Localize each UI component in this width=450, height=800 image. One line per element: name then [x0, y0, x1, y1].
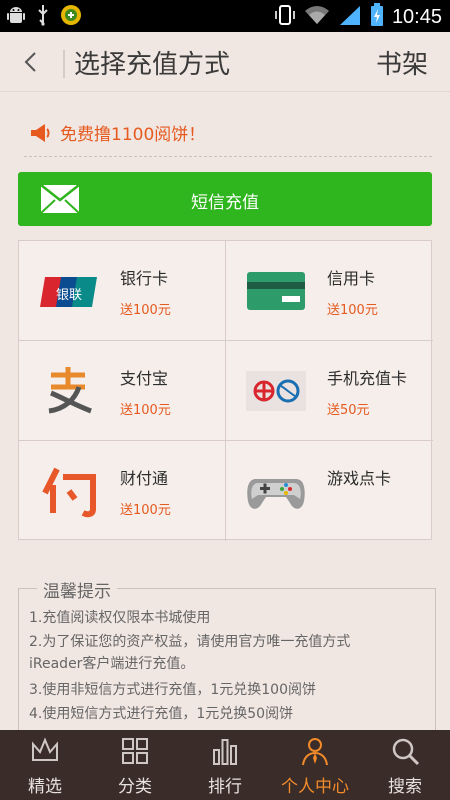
credit-card-icon [247, 272, 305, 310]
wifi-icon [304, 4, 330, 30]
tip-line: 2.为了保证您的资产权益，请使用官方唯一充值方式 [29, 634, 351, 650]
payment-method-credit-card[interactable]: 信用卡 送100元 [226, 241, 433, 341]
svg-text:银联: 银联 [56, 288, 82, 303]
nav-label: 排行 [208, 777, 242, 797]
android-icon [6, 4, 26, 30]
payment-method-bonus: 送100元 [327, 303, 378, 318]
payment-method-name: 游戏点卡 [327, 469, 392, 488]
app-notification-icon [60, 4, 82, 30]
header-divider [63, 50, 65, 78]
status-time: 10:45 [391, 5, 442, 28]
tip-line: 1.充值阅读权仅限本书城使用 [29, 610, 211, 626]
back-button[interactable] [18, 48, 46, 76]
payment-method-name: 信用卡 [327, 269, 376, 288]
tenpay-icon [42, 467, 96, 518]
tips-box: 温馨提示 1.充值阅读权仅限本书城使用 2.为了保证您的资产权益，请使用官方唯一… [18, 577, 436, 738]
payment-method-game-card[interactable]: 游戏点卡 [226, 441, 433, 541]
gamepad-icon [247, 479, 305, 509]
usb-icon [36, 4, 50, 30]
mobile-recharge-card-icon [246, 371, 306, 411]
payment-method-bonus: 送100元 [120, 403, 171, 418]
payment-method-bonus: 送50元 [327, 403, 370, 418]
nav-item-search[interactable]: 搜索 [360, 730, 450, 800]
bar-chart-icon [213, 739, 237, 765]
promo-banner[interactable]: 免费撸1100阅饼！ [30, 120, 205, 145]
signal-icon [338, 4, 362, 30]
bookshelf-link[interactable]: 书架 [376, 44, 428, 81]
payment-method-name: 银行卡 [120, 269, 169, 288]
sms-recharge-button[interactable]: 短信充值 [18, 172, 432, 226]
payment-method-tenpay[interactable]: 财付通 送100元 [19, 441, 226, 541]
sms-recharge-label: 短信充值 [191, 193, 259, 213]
alipay-icon [48, 367, 92, 414]
payment-method-alipay[interactable]: 支付宝 送100元 [19, 341, 226, 441]
payment-method-name: 手机充值卡 [327, 369, 408, 388]
person-icon [302, 738, 328, 766]
nav-label: 分类 [118, 777, 152, 797]
nav-item-featured[interactable]: 精选 [0, 730, 90, 800]
unionpay-icon: 银联 [40, 277, 97, 307]
bottom-navigation: 精选 分类 排行 个人中心 搜索 [0, 730, 450, 800]
search-icon [392, 738, 420, 766]
header-bar: 选择充值方式 书架 [0, 32, 450, 92]
chevron-left-icon [24, 52, 36, 72]
battery-charging-icon [370, 3, 384, 31]
tips-title: 温馨提示 [37, 577, 117, 602]
nav-label: 精选 [28, 777, 62, 797]
payment-method-name: 支付宝 [120, 369, 169, 388]
nav-label: 个人中心 [281, 777, 349, 797]
nav-label: 搜索 [388, 777, 422, 797]
payment-method-mobile-card[interactable]: 手机充值卡 送50元 [226, 341, 433, 441]
dashed-divider [24, 156, 432, 157]
promo-text: 免费撸1100阅饼！ [60, 125, 206, 145]
payment-methods-grid: 银联 银行卡 送100元 信用卡 送100元 支付宝 送100元 手机充值卡 送… [18, 240, 433, 541]
grid-icon [122, 738, 148, 764]
nav-item-ranking[interactable]: 排行 [180, 730, 270, 800]
phone-vibrate-icon [274, 4, 296, 30]
tip-line: 3.使用非短信方式进行充值，1元兑换100阅饼 [29, 682, 316, 698]
page-title: 选择充值方式 [74, 50, 231, 80]
payment-method-bank-card[interactable]: 银联 银行卡 送100元 [19, 241, 226, 341]
payment-method-bonus: 送100元 [120, 503, 171, 518]
tip-line: iReader客户端进行充值。 [29, 656, 195, 672]
nav-item-profile[interactable]: 个人中心 [270, 730, 360, 800]
payment-method-bonus: 送100元 [120, 303, 171, 318]
megaphone-icon [31, 123, 50, 142]
nav-item-category[interactable]: 分类 [90, 730, 180, 800]
crown-icon [32, 737, 58, 761]
tip-line: 4.使用短信方式进行充值，1元兑换50阅饼 [29, 706, 294, 722]
status-bar: 10:45 [0, 0, 450, 32]
payment-method-name: 财付通 [120, 469, 169, 488]
